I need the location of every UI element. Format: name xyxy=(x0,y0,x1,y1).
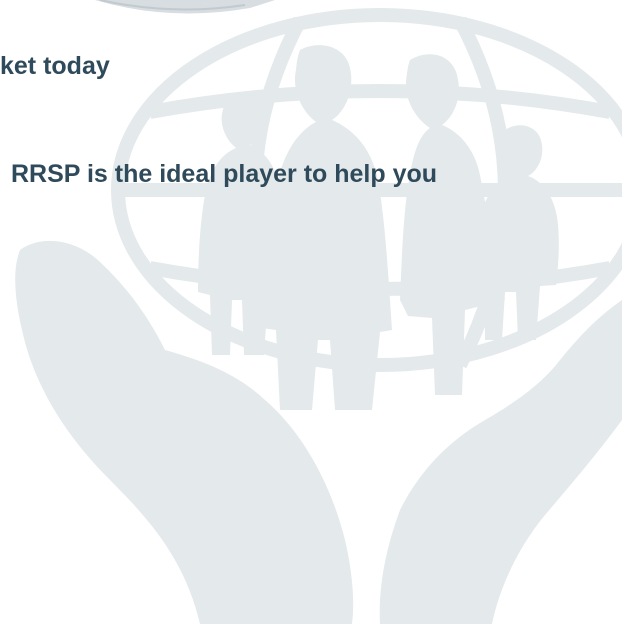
slide-text-line-1: ket today xyxy=(0,52,110,80)
slide: ket today RRSP is the ideal player to he… xyxy=(0,0,622,624)
hands-holding-family-globe-icon xyxy=(15,8,622,624)
slide-text-line-2: RRSP is the ideal player to help you xyxy=(11,160,438,188)
